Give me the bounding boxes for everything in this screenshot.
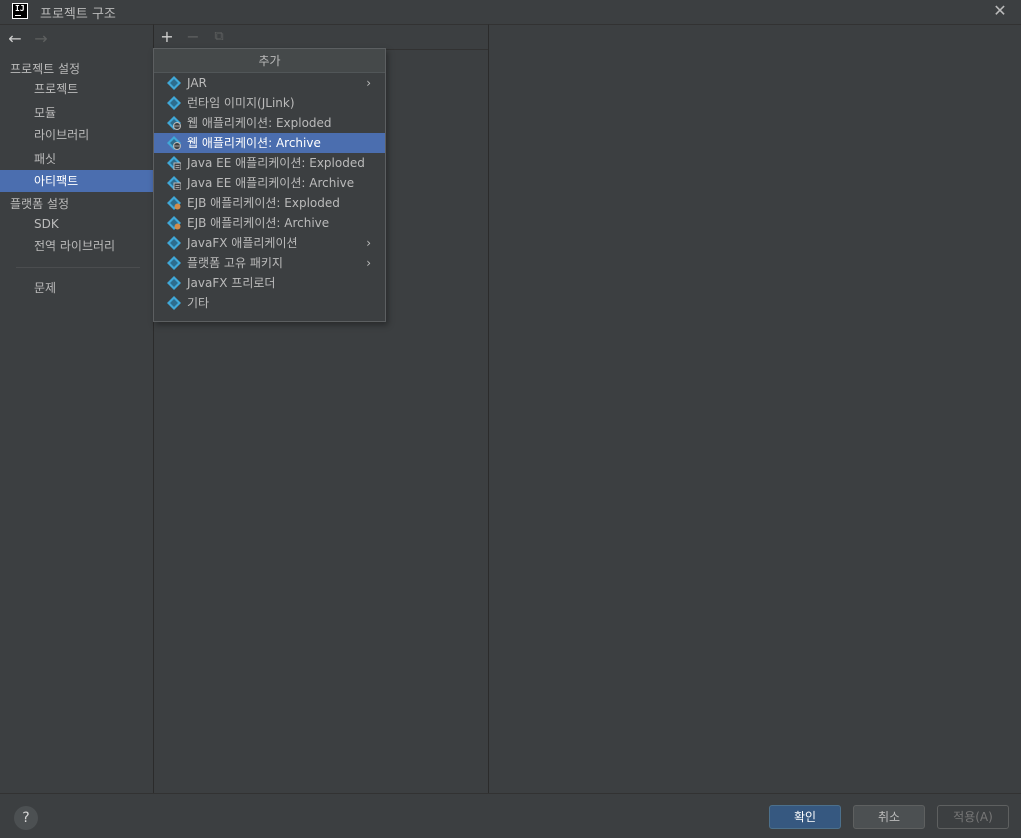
popup-menu-item[interactable]: 플랫폼 고유 패키지 › bbox=[154, 253, 385, 273]
popup-menu-item-label: JavaFX 애플리케이션 bbox=[187, 236, 298, 250]
javaee-artifact-icon bbox=[167, 156, 182, 171]
copy-icon[interactable]: ⧉ bbox=[210, 28, 228, 46]
chevron-right-icon: › bbox=[366, 256, 371, 270]
help-icon[interactable]: ? bbox=[14, 806, 38, 830]
remove-icon[interactable]: − bbox=[184, 28, 202, 46]
sidebar-divider bbox=[16, 267, 140, 268]
popup-menu-item-label: Java EE 애플리케이션: Exploded bbox=[187, 156, 365, 170]
forward-arrow-icon[interactable]: → bbox=[32, 30, 50, 48]
popup-menu-item[interactable]: 웹 애플리케이션: Exploded bbox=[154, 113, 385, 133]
popup-menu-item-label: EJB 애플리케이션: Exploded bbox=[187, 196, 340, 210]
add-icon[interactable]: + bbox=[158, 28, 176, 46]
popup-menu-item-label: Java EE 애플리케이션: Archive bbox=[187, 176, 355, 190]
artifact-icon bbox=[167, 76, 181, 90]
sidebar: ← → 프로젝트 설정 프로젝트 모듈 라이브러리 패싯 아티팩트 플랫폼 설정… bbox=[0, 24, 153, 793]
popup-menu-item[interactable]: JavaFX 애플리케이션 › bbox=[154, 233, 385, 253]
web-artifact-icon bbox=[167, 136, 181, 150]
intellij-logo-icon: IJ bbox=[12, 3, 28, 19]
sidebar-item-libraries[interactable]: 라이브러리 bbox=[0, 124, 153, 146]
project-settings-header: 프로젝트 설정 bbox=[10, 62, 81, 76]
popup-menu-item[interactable]: JavaFX 프리로더 bbox=[154, 273, 385, 293]
sidebar-item-facets[interactable]: 패싯 bbox=[0, 148, 153, 170]
popup-menu-item-label: JavaFX 프리로더 bbox=[187, 276, 276, 290]
popup-menu-item-label: 웹 애플리케이션: Archive bbox=[187, 136, 321, 150]
popup-menu-item[interactable]: Java EE 애플리케이션: Archive bbox=[154, 173, 385, 193]
web-artifact-icon bbox=[167, 116, 181, 130]
artifact-icon bbox=[167, 236, 181, 250]
ok-button[interactable]: 확인 bbox=[769, 805, 841, 829]
back-arrow-icon[interactable]: ← bbox=[6, 30, 24, 48]
popup-menu-item[interactable]: EJB 애플리케이션: Exploded bbox=[154, 193, 385, 213]
popup-menu-list: JAR › 런타임 이미지(JLink) 웹 애플리케이션: Exploded 웹 애플… bbox=[154, 73, 385, 313]
ejb-artifact-icon bbox=[167, 196, 181, 210]
artifact-icon bbox=[167, 296, 181, 310]
popup-title: 추가 bbox=[154, 49, 385, 73]
popup-menu-item[interactable]: EJB 애플리케이션: Archive bbox=[154, 213, 385, 233]
popup-menu-item[interactable]: 런타임 이미지(JLink) bbox=[154, 93, 385, 113]
platform-settings-header: 플랫폼 설정 bbox=[10, 197, 70, 211]
apply-button[interactable]: 적용(A) bbox=[937, 805, 1009, 829]
artifact-icon bbox=[167, 256, 181, 270]
sidebar-item-modules[interactable]: 모듈 bbox=[0, 102, 153, 124]
chevron-right-icon: › bbox=[366, 236, 371, 250]
nav-arrows: ← → bbox=[6, 30, 50, 50]
popup-menu-item-label: 런타임 이미지(JLink) bbox=[187, 96, 295, 110]
popup-menu-item[interactable]: JAR › bbox=[154, 73, 385, 93]
window-title: 프로젝트 구조 bbox=[40, 7, 116, 22]
sidebar-item-global-libraries[interactable]: 전역 라이브러리 bbox=[0, 235, 153, 257]
artifact-icon bbox=[167, 276, 181, 290]
add-artifact-popup: 추가 JAR › 런타임 이미지(JLink) 웹 애플리케이션: Exploded 웹… bbox=[153, 48, 386, 322]
javaee-artifact-icon bbox=[167, 176, 182, 191]
popup-menu-item[interactable]: 기타 bbox=[154, 293, 385, 313]
close-icon[interactable]: ✕ bbox=[990, 0, 1010, 22]
popup-menu-item-label: 웹 애플리케이션: Exploded bbox=[187, 116, 332, 130]
sidebar-item-project[interactable]: 프로젝트 bbox=[0, 78, 153, 100]
sidebar-item-artifacts[interactable]: 아티팩트 bbox=[0, 170, 153, 192]
popup-menu-item-label: EJB 애플리케이션: Archive bbox=[187, 216, 330, 230]
popup-menu-item[interactable]: Java EE 애플리케이션: Exploded bbox=[154, 153, 385, 173]
artifacts-toolbar: + − ⧉ bbox=[154, 25, 488, 50]
popup-menu-item-label: 플랫폼 고유 패키지 bbox=[187, 256, 283, 270]
ejb-artifact-icon bbox=[167, 216, 181, 230]
chevron-right-icon: › bbox=[366, 76, 371, 90]
cancel-button[interactable]: 취소 bbox=[853, 805, 925, 829]
dialog-footer: ? 확인 취소 적용(A) bbox=[0, 793, 1021, 838]
artifact-icon bbox=[167, 96, 181, 110]
title-bar: IJ 프로젝트 구조 ✕ bbox=[0, 0, 1021, 24]
details-panel bbox=[489, 24, 1021, 793]
sidebar-item-problems[interactable]: 문제 bbox=[0, 277, 153, 299]
sidebar-item-sdk[interactable]: SDK bbox=[0, 213, 153, 235]
popup-menu-item[interactable]: 웹 애플리케이션: Archive bbox=[154, 133, 385, 153]
popup-menu-item-label: 기타 bbox=[187, 296, 210, 310]
popup-menu-item-label: JAR bbox=[187, 76, 207, 90]
